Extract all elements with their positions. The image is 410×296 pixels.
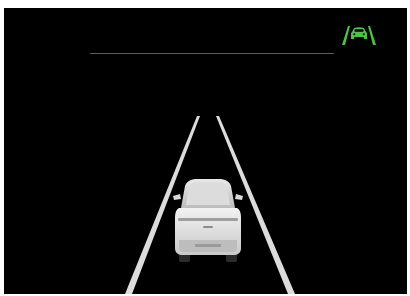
ego-vehicle-icon — [173, 179, 243, 262]
cluster-frame — [0, 0, 410, 296]
adas-display — [4, 8, 407, 294]
